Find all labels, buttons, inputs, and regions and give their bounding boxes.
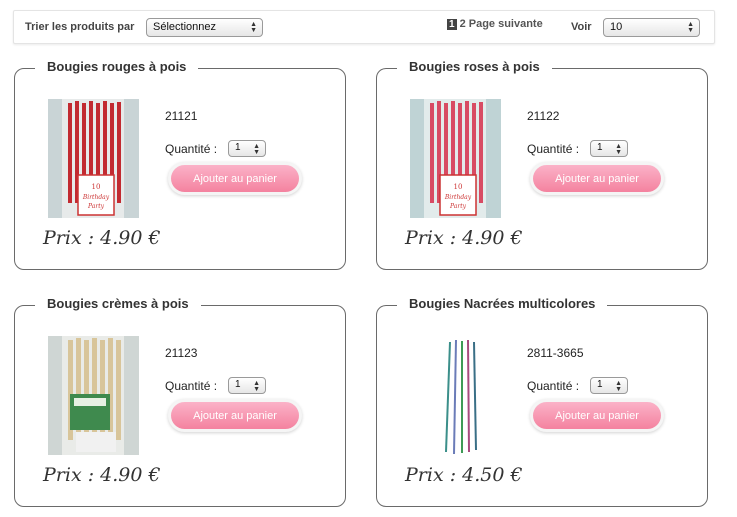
page-current: 1 — [447, 18, 457, 30]
pagination: 1 2 Page suivante — [447, 18, 543, 30]
product-card: Bougies Nacrées multicolores 2811-3665 Q… — [376, 296, 708, 507]
product-title: Bougies Nacrées multicolores — [397, 296, 608, 311]
quantity-select[interactable]: 1 ▲ ▼ — [590, 140, 628, 157]
quantity-value: 1 — [235, 142, 241, 153]
quantity-select[interactable]: 1 ▲ ▼ — [228, 377, 266, 394]
product-card: Bougies crèmes à pois 21123 Quantité : 1… — [14, 296, 346, 507]
select-arrows-icon: ▲ ▼ — [615, 143, 622, 156]
add-to-cart-button[interactable]: Ajouter au panier — [533, 402, 661, 429]
quantity-label: Quantité : — [165, 142, 218, 156]
product-card: Bougies roses à pois 10 Birthday Party 2… — [376, 59, 708, 270]
product-reference: 21121 — [165, 109, 198, 123]
per-page-select[interactable]: 10 ▲ ▼ — [603, 18, 700, 37]
quantity-select[interactable]: 1 ▲ ▼ — [590, 377, 628, 394]
svg-text:Birthday: Birthday — [82, 194, 110, 201]
quantity-value: 1 — [235, 379, 241, 390]
add-to-cart-button[interactable]: Ajouter au panier — [533, 165, 661, 192]
product-reference: 2811-3665 — [527, 346, 584, 360]
select-arrows-icon: ▲ ▼ — [253, 143, 260, 156]
product-title: Bougies rouges à pois — [35, 59, 199, 74]
sort-select-value: Sélectionnez — [153, 21, 216, 33]
per-page-value: 10 — [610, 21, 623, 33]
add-to-cart-button[interactable]: Ajouter au panier — [171, 402, 299, 429]
product-image: 10 Birthday Party — [410, 99, 501, 218]
sort-select[interactable]: Sélectionnez ▲ ▼ — [146, 18, 263, 37]
add-to-cart-button[interactable]: Ajouter au panier — [171, 165, 299, 192]
quantity-value: 1 — [597, 142, 603, 153]
quantity-label: Quantité : — [527, 142, 580, 156]
product-title: Bougies roses à pois — [397, 59, 552, 74]
svg-text:10: 10 — [454, 183, 463, 191]
sort-toolbar: Trier les produits par Sélectionnez ▲ ▼ 1… — [13, 10, 715, 44]
product-title: Bougies crèmes à pois — [35, 296, 201, 311]
product-price: Prix : 4.90 € — [405, 227, 523, 249]
product-image — [48, 336, 139, 455]
sort-label: Trier les produits par — [25, 21, 135, 33]
select-arrows-icon: ▲ ▼ — [250, 21, 257, 34]
per-page-label: Voir — [571, 21, 592, 33]
svg-text:Party: Party — [87, 203, 105, 210]
svg-text:Birthday: Birthday — [444, 194, 472, 201]
product-reference: 21123 — [165, 346, 198, 360]
select-arrows-icon: ▲ ▼ — [253, 380, 260, 393]
svg-text:10: 10 — [92, 183, 101, 191]
product-price: Prix : 4.50 € — [405, 464, 523, 486]
quantity-label: Quantité : — [165, 379, 218, 393]
product-image: 10 Birthday Party — [48, 99, 139, 218]
quantity-label: Quantité : — [527, 379, 580, 393]
product-image — [410, 336, 501, 455]
quantity-value: 1 — [597, 379, 603, 390]
select-arrows-icon: ▲ ▼ — [615, 380, 622, 393]
product-card: Bougies rouges à pois 10 Birthday Party … — [14, 59, 346, 270]
next-page-link[interactable]: 2 Page suivante — [460, 18, 543, 30]
product-price: Prix : 4.90 € — [43, 227, 161, 249]
svg-text:Party: Party — [449, 203, 467, 210]
quantity-select[interactable]: 1 ▲ ▼ — [228, 140, 266, 157]
product-reference: 21122 — [527, 109, 560, 123]
select-arrows-icon: ▲ ▼ — [687, 21, 694, 34]
product-price: Prix : 4.90 € — [43, 464, 161, 486]
